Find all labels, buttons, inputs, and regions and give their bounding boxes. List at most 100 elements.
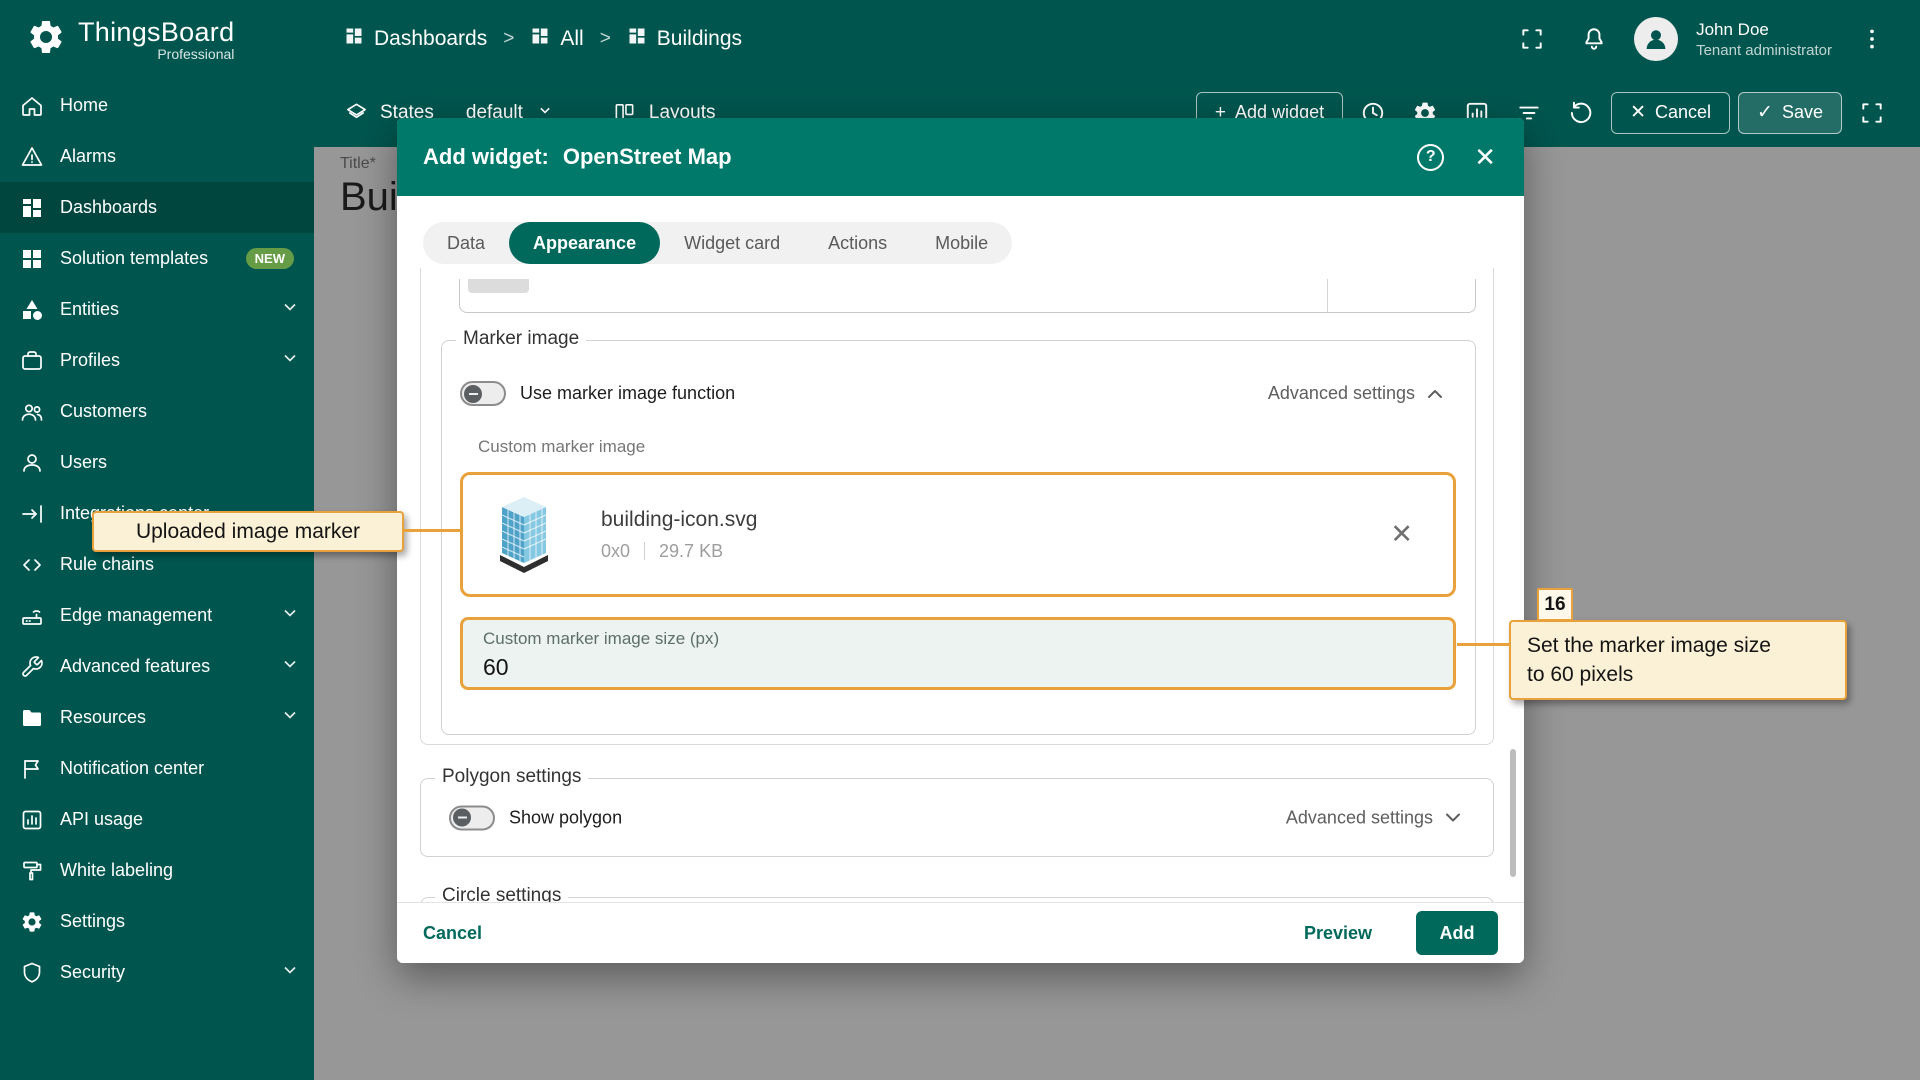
- sidebar-item-entities[interactable]: Entities: [0, 284, 314, 335]
- dialog-footer: Cancel Preview Add: [397, 902, 1524, 963]
- sidebar-item-resources[interactable]: Resources: [0, 692, 314, 743]
- entities-icon: [20, 298, 44, 322]
- uploaded-file-dimensions: 0x0: [601, 541, 630, 562]
- white-labeling-icon: [20, 859, 44, 883]
- cancel-edit-button[interactable]: ✕Cancel: [1611, 92, 1730, 134]
- annotation-step-badge: 16: [1537, 588, 1573, 621]
- warning-icon: [20, 145, 44, 169]
- breadcrumb-separator: >: [503, 28, 514, 50]
- home-icon: [20, 94, 44, 118]
- sidebar-item-alarms[interactable]: Alarms: [0, 131, 314, 182]
- logo-text: ThingsBoard Professional: [78, 17, 234, 62]
- dialog-scrollbar[interactable]: [1510, 749, 1516, 877]
- sidebar-item-dashboards[interactable]: Dashboards: [0, 182, 314, 233]
- sidebar-item-solution-templates[interactable]: Solution templates NEW: [0, 233, 314, 284]
- show-polygon-toggle[interactable]: [449, 805, 495, 830]
- tab-data[interactable]: Data: [423, 222, 509, 264]
- advanced-features-icon: [20, 655, 44, 679]
- application-window: ThingsBoard Professional Home Alarms Das…: [0, 0, 1920, 1080]
- remove-image-icon[interactable]: ✕: [1390, 521, 1413, 548]
- custom-marker-image-label: Custom marker image: [478, 437, 645, 457]
- use-marker-image-function-label: Use marker image function: [520, 383, 735, 404]
- more-vert-icon[interactable]: [1850, 17, 1894, 61]
- thingsboard-gear-logo-icon: [26, 17, 66, 62]
- integrations-icon: [20, 502, 44, 526]
- chevron-down-icon: [280, 603, 300, 628]
- chevron-down-icon: [280, 297, 300, 322]
- rule-chains-icon: [20, 553, 44, 577]
- chevron-down-icon: [1441, 806, 1465, 830]
- tab-appearance[interactable]: Appearance: [509, 222, 660, 264]
- customers-icon: [20, 400, 44, 424]
- tab-widget-card[interactable]: Widget card: [660, 222, 804, 264]
- save-dashboard-button[interactable]: ✓Save: [1738, 92, 1842, 134]
- dialog-add-button[interactable]: Add: [1416, 911, 1498, 955]
- uploaded-image-card[interactable]: building-icon.svg 0x0 29.7 KB ✕: [460, 472, 1456, 597]
- api-usage-icon: [20, 808, 44, 832]
- fullscreen-icon[interactable]: [1850, 91, 1894, 135]
- close-dialog-icon[interactable]: ✕: [1474, 144, 1496, 170]
- sidebar-item-api-usage[interactable]: API usage: [0, 794, 314, 845]
- chevron-down-icon: [280, 960, 300, 985]
- breadcrumb-dashboards[interactable]: Dashboards: [344, 26, 487, 52]
- dialog-header: Add widget:OpenStreet Map ? ✕: [397, 118, 1524, 196]
- user-info[interactable]: John Doe Tenant administrator: [1696, 20, 1832, 59]
- breadcrumb-buildings[interactable]: Buildings: [627, 26, 742, 52]
- sidebar-item-users[interactable]: Users: [0, 437, 314, 488]
- truncated-field-divider: [1327, 279, 1328, 312]
- dashboards-icon: [530, 26, 550, 52]
- settings-gear-icon: [20, 910, 44, 934]
- sidebar-item-edge-management[interactable]: Edge management: [0, 590, 314, 641]
- breadcrumb-separator: >: [600, 28, 611, 50]
- building-image-thumbnail: [491, 493, 557, 577]
- dialog-tab-bar: Data Appearance Widget card Actions Mobi…: [423, 222, 1012, 264]
- edge-management-icon: [20, 604, 44, 628]
- breadcrumb: Dashboards > All > Buildings: [344, 26, 742, 52]
- security-shield-icon: [20, 961, 44, 985]
- marker-advanced-settings[interactable]: Advanced settings: [1268, 382, 1447, 406]
- sidebar-item-customers[interactable]: Customers: [0, 386, 314, 437]
- check-icon: ✓: [1757, 103, 1773, 122]
- chevron-down-icon: [280, 654, 300, 679]
- sidebar-item-notification-center[interactable]: Notification center: [0, 743, 314, 794]
- tab-actions[interactable]: Actions: [804, 222, 911, 264]
- chevron-down-icon: [280, 705, 300, 730]
- polygon-advanced-settings[interactable]: Advanced settings: [1286, 806, 1465, 830]
- avatar[interactable]: [1634, 17, 1678, 61]
- marker-image-legend: Marker image: [456, 328, 586, 350]
- dashboards-icon: [20, 196, 44, 220]
- sidebar-item-security[interactable]: Security: [0, 947, 314, 998]
- custom-marker-image-size-input[interactable]: Custom marker image size (px) 60: [460, 617, 1456, 690]
- dashboards-icon: [627, 26, 647, 52]
- dialog-title: Add widget:OpenStreet Map: [423, 144, 732, 170]
- use-marker-image-function-toggle[interactable]: [460, 381, 506, 406]
- annotation-uploaded-image-marker: Uploaded image marker: [92, 511, 404, 552]
- sidebar-item-advanced-features[interactable]: Advanced features: [0, 641, 314, 692]
- dashboards-icon: [344, 26, 364, 52]
- new-badge: NEW: [246, 248, 294, 269]
- polygon-settings-legend: Polygon settings: [435, 766, 588, 788]
- version-history-icon[interactable]: [1559, 91, 1603, 135]
- breadcrumb-all[interactable]: All: [530, 26, 583, 52]
- solution-templates-icon: [20, 247, 44, 271]
- sidebar-item-settings[interactable]: Settings: [0, 896, 314, 947]
- notifications-bell-icon[interactable]: [1572, 17, 1616, 61]
- sidebar-item-white-labeling[interactable]: White labeling: [0, 845, 314, 896]
- tab-mobile[interactable]: Mobile: [911, 222, 1012, 264]
- fullscreen-icon[interactable]: [1510, 17, 1554, 61]
- uploaded-file-name: building-icon.svg: [601, 508, 757, 532]
- marker-image-fieldset: Marker image Use marker image function A…: [441, 340, 1476, 735]
- close-icon: ✕: [1630, 103, 1646, 122]
- annotation-connector-right: [1457, 643, 1510, 646]
- meta-divider: [644, 542, 645, 560]
- states-icon: [344, 101, 368, 125]
- thingsboard-logo[interactable]: ThingsBoard Professional: [0, 0, 314, 78]
- toggle-knob: [453, 809, 471, 827]
- sidebar-item-home[interactable]: Home: [0, 80, 314, 131]
- sidebar-item-profiles[interactable]: Profiles: [0, 335, 314, 386]
- dialog-preview-button[interactable]: Preview: [1304, 923, 1372, 944]
- help-icon[interactable]: ?: [1417, 144, 1444, 171]
- annotation-set-marker-size: Set the marker image size to 60 pixels: [1509, 620, 1847, 700]
- polygon-settings-fieldset: Polygon settings Show polygon Advanced s…: [420, 778, 1494, 857]
- dialog-cancel-button[interactable]: Cancel: [423, 923, 482, 944]
